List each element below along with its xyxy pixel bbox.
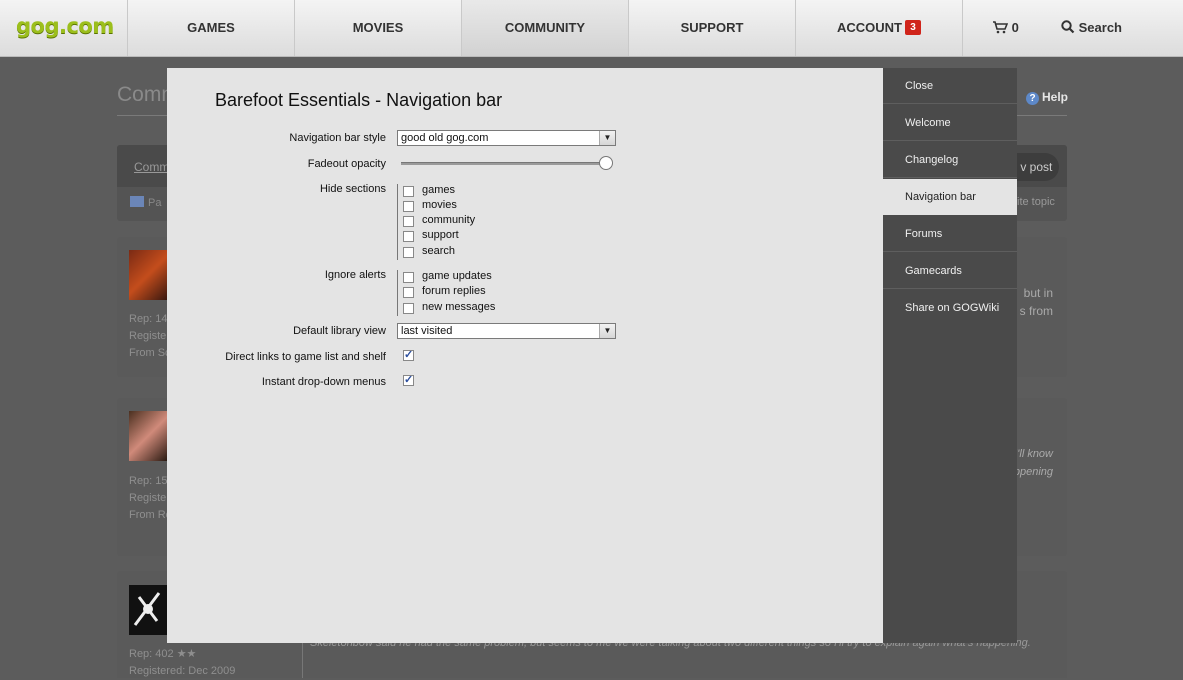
- cart-icon: [992, 20, 1012, 35]
- nav-style-select[interactable]: good old gog.com ▼: [397, 130, 616, 146]
- nav-account-label: ACCOUNT: [837, 20, 902, 35]
- hide-search-label: search: [422, 245, 456, 257]
- ignore-new-messages-checkbox[interactable]: [403, 303, 414, 314]
- hide-sections-bracket: [397, 184, 398, 260]
- nav-movies[interactable]: MOVIES: [294, 0, 461, 56]
- direct-links-checkbox[interactable]: [403, 348, 414, 361]
- sidebar-item-navigation-bar[interactable]: Navigation bar: [883, 179, 1017, 215]
- ignore-alerts-bracket: [397, 270, 398, 316]
- fadeout-slider-track[interactable]: [401, 162, 607, 165]
- new-post-label: v post: [1020, 160, 1053, 174]
- library-view-value: last visited: [401, 325, 453, 337]
- sidebar-item-share-gogwiki[interactable]: Share on GOGWiki: [883, 290, 1017, 326]
- rep: Rep: 15: [129, 475, 168, 487]
- gog-logo[interactable]: gog.com: [16, 14, 114, 38]
- post-author-info: Rep: 14 Register From Sc: [129, 311, 171, 362]
- account-alert-badge: 3: [905, 20, 921, 36]
- hide-community-checkbox[interactable]: [403, 216, 414, 227]
- search-label: Search: [1078, 20, 1122, 35]
- sidebar-item-welcome[interactable]: Welcome: [883, 105, 1017, 141]
- rep: Rep: 14: [129, 313, 168, 325]
- search-button[interactable]: Search: [1061, 0, 1122, 56]
- nav-account[interactable]: ACCOUNT 3: [795, 0, 962, 56]
- sidebar-item-forums[interactable]: Forums: [883, 216, 1017, 252]
- pages-link[interactable]: Pa: [130, 196, 161, 209]
- ignore-forum-replies-checkbox[interactable]: [403, 287, 414, 298]
- nav-style-label: Navigation bar style: [289, 132, 386, 144]
- nav-community[interactable]: COMMUNITY: [461, 0, 628, 56]
- post-author-info: Rep: 402 ★★ Registered: Dec 2009: [129, 646, 235, 680]
- help-icon: ?: [1026, 92, 1039, 105]
- registered: Register: [129, 492, 170, 504]
- post-text: but in s from: [1020, 284, 1053, 320]
- breadcrumb[interactable]: Comm: [134, 160, 169, 174]
- top-nav: gog.com GAMES MOVIES COMMUNITY SUPPORT A…: [0, 0, 1183, 57]
- nav-style-value: good old gog.com: [401, 132, 489, 144]
- modal-title: Barefoot Essentials - Navigation bar: [215, 90, 503, 110]
- ignore-game-updates-label: game updates: [422, 270, 492, 282]
- help-link[interactable]: ? Help: [1026, 90, 1068, 105]
- help-label: Help: [1042, 90, 1069, 104]
- instant-menus-checkbox[interactable]: [403, 373, 414, 386]
- library-view-label: Default library view: [293, 325, 386, 337]
- hide-games-checkbox[interactable]: [403, 186, 414, 197]
- settings-sidebar: Close Welcome Changelog Navigation bar F…: [883, 68, 1017, 643]
- sidebar-item-close[interactable]: Close: [883, 68, 1017, 104]
- sidebar-item-changelog[interactable]: Changelog: [883, 142, 1017, 178]
- hide-sections-label: Hide sections: [319, 183, 386, 195]
- rep: Rep: 402 ★★: [129, 648, 197, 660]
- hide-movies-checkbox[interactable]: [403, 201, 414, 212]
- registered: Register: [129, 330, 170, 342]
- cart-count: 0: [1011, 20, 1019, 35]
- fadeout-label: Fadeout opacity: [307, 158, 386, 170]
- avatar: [129, 250, 167, 300]
- post-author-info: Rep: 15 Register From Re: [129, 473, 172, 524]
- chevron-down-icon: ▼: [599, 131, 615, 145]
- write-topic-link[interactable]: ite topic: [1017, 196, 1055, 208]
- hide-movies-label: movies: [422, 199, 457, 211]
- nav-support[interactable]: SUPPORT: [628, 0, 795, 56]
- registered: Registered: Dec 2009: [129, 665, 236, 677]
- library-view-select[interactable]: last visited ▼: [397, 323, 616, 339]
- avatar: [129, 585, 167, 635]
- ignore-game-updates-checkbox[interactable]: [403, 272, 414, 283]
- pages-label: Pa: [148, 197, 162, 209]
- fadeout-slider-thumb[interactable]: [599, 156, 613, 170]
- hide-search-checkbox[interactable]: [403, 247, 414, 258]
- instant-menus-label: Instant drop-down menus: [261, 376, 386, 388]
- hide-games-label: games: [422, 184, 456, 196]
- sidebar-item-gamecards[interactable]: Gamecards: [883, 253, 1017, 289]
- pages-icon: [130, 196, 144, 207]
- post-text-line: s from: [1019, 304, 1053, 318]
- from: From Re: [129, 509, 172, 521]
- direct-links-label: Direct links to game list and shelf: [225, 351, 386, 363]
- settings-modal: Barefoot Essentials - Navigation bar Nav…: [167, 68, 883, 643]
- ignore-new-messages-label: new messages: [422, 301, 496, 313]
- new-post-button[interactable]: v post: [1017, 153, 1059, 181]
- search-icon: [1061, 20, 1079, 35]
- hide-community-label: community: [422, 214, 476, 226]
- hide-support-label: support: [422, 229, 459, 241]
- hide-support-checkbox[interactable]: [403, 231, 414, 242]
- ignore-forum-replies-label: forum replies: [422, 285, 486, 297]
- post-text-line: but in: [1023, 286, 1053, 300]
- nav-games[interactable]: GAMES: [127, 0, 294, 56]
- avatar: [129, 411, 167, 461]
- from: From Sc: [129, 347, 171, 359]
- cart-button[interactable]: 0: [992, 0, 1019, 56]
- ignore-alerts-label: Ignore alerts: [324, 269, 386, 281]
- chevron-down-icon: ▼: [599, 324, 615, 338]
